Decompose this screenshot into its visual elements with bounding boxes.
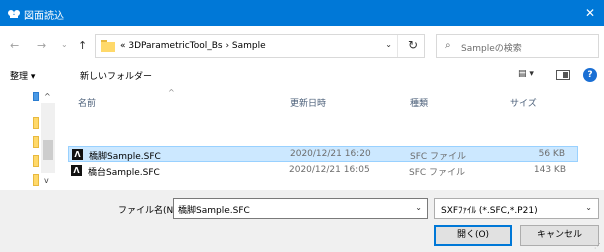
address-path[interactable]: « 3DParametricTool_Bs › Sample [120,41,266,51]
scroll-up-icon[interactable]: ^ [44,92,51,101]
file-date: 2020/12/21 16:05 [289,165,370,175]
nav-scrollbar-thumb[interactable] [43,140,53,160]
file-name[interactable]: 橋台Sample.SFC [88,165,160,178]
search-box[interactable]: ⌕ Sampleの検索 [436,34,599,58]
cancel-button[interactable]: キャンセル [520,225,599,246]
sfc-file-icon: Λ [71,165,82,176]
help-icon[interactable]: ? [583,68,597,82]
file-name[interactable]: 橋脚Sample.SFC [89,149,161,162]
search-icon: ⌕ [445,40,451,51]
organize-menu-button[interactable]: 整理 ▾ [10,69,35,82]
nav-scrollbar-track[interactable] [41,103,55,173]
nav-folder-icon[interactable] [33,174,39,186]
title-bar: 図面読込 ✕ [0,0,604,26]
filename-dropdown-icon[interactable]: ⌄ [415,203,422,212]
filename-field[interactable]: 橋脚Sample.SFC ⌄ [173,198,428,219]
recent-locations-icon[interactable]: ⌄ [61,40,68,49]
sort-ascending-icon: ^ [168,88,175,97]
scroll-down-icon[interactable]: v [44,176,49,185]
preview-pane-icon[interactable] [556,70,570,80]
nav-folder-icon[interactable] [33,155,39,167]
filename-label: ファイル名(N): [118,206,180,216]
dialog-footer: ファイル名(N): 橋脚Sample.SFC ⌄ SXFﾌｧｲﾙ (*.SFC,… [0,190,604,252]
folder-icon [101,40,115,52]
table-row[interactable]: Λ 橋台Sample.SFC 2020/12/21 16:05 SFC ファイル… [68,163,578,179]
pc-icon[interactable] [33,92,39,101]
file-size: 56 KB [538,149,565,159]
new-folder-button[interactable]: 新しいフォルダー [80,69,152,82]
back-arrow-icon[interactable]: ← [10,39,19,52]
file-size: 143 KB [533,165,566,175]
address-dropdown-icon[interactable]: ⌄ [385,40,392,49]
address-bar[interactable]: « 3DParametricTool_Bs › Sample ⌄ ↻ [95,34,425,58]
file-date: 2020/12/21 16:20 [290,149,371,159]
column-header-date[interactable]: 更新日時 [290,96,326,109]
file-type: SFC ファイル [410,152,467,162]
table-row[interactable]: Λ 橋脚Sample.SFC 2020/12/21 16:20 SFC ファイル… [68,146,578,162]
column-header-type[interactable]: 種類 [410,96,428,109]
forward-arrow-icon[interactable]: → [37,39,46,52]
address-divider [397,35,398,57]
command-bar: 整理 ▾ 新しいフォルダー ▤ ▾ ? [0,66,604,86]
close-icon[interactable]: ✕ [576,0,604,26]
nav-folder-icon[interactable] [33,117,39,129]
file-list: 名前 ^ 更新日時 種類 サイズ Λ 橋脚Sample.SFC 2020/12/… [58,88,604,190]
column-header-name[interactable]: 名前 [78,96,96,109]
resize-grip-icon[interactable]: ⋰ [594,242,601,250]
window-title: 図面読込 [24,11,64,22]
open-button[interactable]: 開く(O) [434,225,512,246]
nav-folder-icon[interactable] [33,136,39,148]
file-type-filter-value[interactable]: SXFﾌｧｲﾙ (*.SFC,*.P21) [441,203,538,216]
column-header-size[interactable]: サイズ [510,96,537,109]
app-icon [8,10,20,18]
navigation-bar: ← → ⌄ ↑ « 3DParametricTool_Bs › Sample ⌄… [0,26,604,66]
refresh-icon[interactable]: ↻ [408,38,418,52]
file-type-select[interactable]: SXFﾌｧｲﾙ (*.SFC,*.P21) ⌄ [434,198,599,219]
search-placeholder[interactable]: Sampleの検索 [461,41,522,54]
sfc-file-icon: Λ [72,149,83,160]
up-arrow-icon[interactable]: ↑ [78,39,87,52]
file-type-dropdown-icon[interactable]: ⌄ [585,203,592,212]
file-type: SFC ファイル [409,168,466,178]
view-options-icon[interactable]: ▤ ▾ [518,69,534,79]
filename-value[interactable]: 橋脚Sample.SFC [178,203,250,216]
